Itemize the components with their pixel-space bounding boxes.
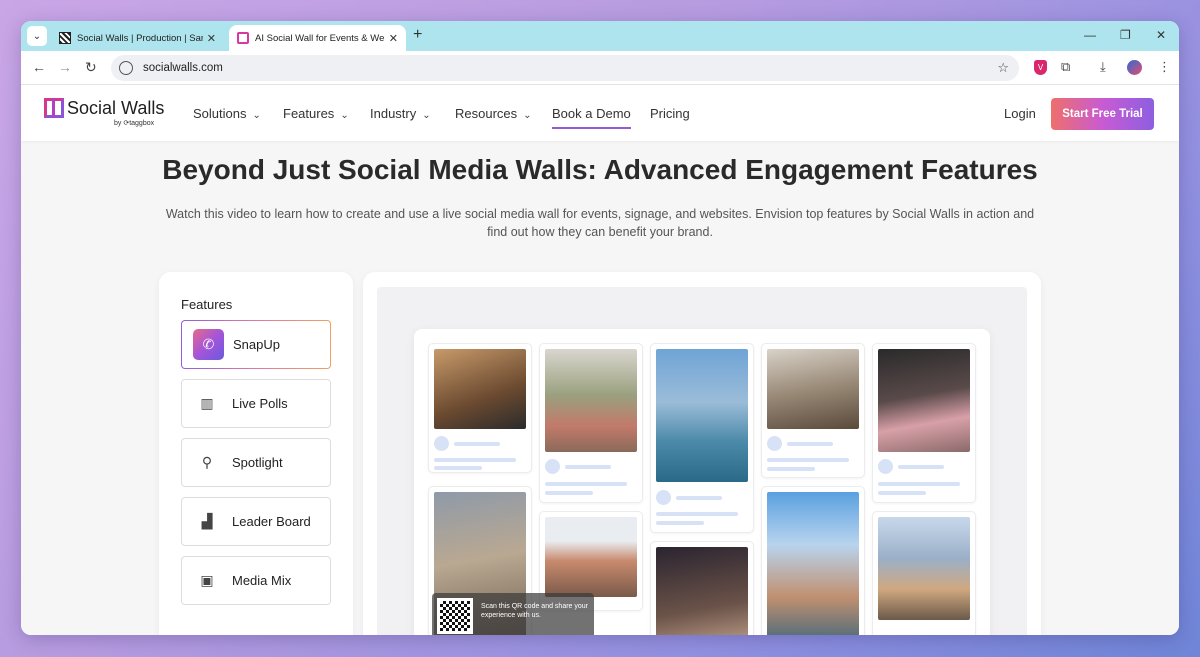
nav-book-a-demo[interactable]: Book a Demo xyxy=(552,106,631,129)
nav-features[interactable]: Features ⌄ xyxy=(283,106,349,121)
back-icon[interactable]: ← xyxy=(32,59,46,75)
post-card xyxy=(428,343,532,473)
qr-share-banner: Scan this QR code and share your experie… xyxy=(432,593,594,635)
close-window-icon[interactable]: ✕ xyxy=(1156,28,1166,42)
close-tab-icon[interactable]: ✕ xyxy=(389,32,398,45)
tab-social-wall-active[interactable]: AI Social Wall for Events & Web ✕ xyxy=(229,25,406,51)
feature-label: Live Polls xyxy=(232,396,288,411)
nav-industry[interactable]: Industry ⌄ xyxy=(370,106,431,121)
brave-shield-icon[interactable]: V xyxy=(1034,60,1047,75)
feature-live-polls[interactable]: ▥ Live Polls xyxy=(181,379,331,428)
feature-snapup[interactable]: ✆ SnapUp xyxy=(181,320,331,369)
video-player[interactable]: Scan this QR code and share your experie… xyxy=(377,287,1027,635)
socialwalls-favicon-icon xyxy=(237,32,249,44)
sanity-favicon-icon xyxy=(59,32,71,44)
extensions-icon[interactable]: ⧉ xyxy=(1061,59,1070,75)
logo-text: Social Walls xyxy=(67,98,165,118)
logo-mark-icon xyxy=(44,98,64,118)
feature-label: SnapUp xyxy=(233,337,280,352)
menu-kebab-icon[interactable]: ⋮ xyxy=(1158,59,1171,75)
post-photo xyxy=(656,349,748,482)
feature-spotlight[interactable]: ⚲ Spotlight xyxy=(181,438,331,487)
profile-avatar-icon[interactable] xyxy=(1127,60,1142,75)
social-wall-preview: Scan this QR code and share your experie… xyxy=(414,329,990,635)
nav-resources[interactable]: Resources ⌄ xyxy=(455,106,532,121)
post-card xyxy=(761,486,865,635)
login-link[interactable]: Login xyxy=(1004,106,1036,121)
post-photo xyxy=(545,349,637,452)
logo-subtitle: by ⟳taggbox xyxy=(114,120,155,127)
page-title: Beyond Just Social Media Walls: Advanced… xyxy=(162,154,1038,185)
forward-icon[interactable]: → xyxy=(58,59,72,75)
features-panel: Features ✆ SnapUp ▥ Live Polls ⚲ Spotlig… xyxy=(159,272,353,635)
chevron-down-icon: ⌄ xyxy=(340,110,349,121)
close-tab-icon[interactable]: ✕ xyxy=(207,32,216,45)
post-photo xyxy=(545,517,637,597)
tab-social-walls-production[interactable]: Social Walls | Production | Sanit ✕ xyxy=(51,25,224,51)
bookmark-star-icon[interactable]: ☆ xyxy=(997,60,1009,76)
post-photo xyxy=(878,517,970,620)
new-tab-button[interactable]: + xyxy=(413,26,422,44)
post-photo xyxy=(767,492,859,635)
post-card xyxy=(872,343,976,503)
website-viewport: Social Walls by ⟳taggbox Solutions ⌄ Feat… xyxy=(21,85,1179,635)
reload-icon[interactable]: ↻ xyxy=(85,59,97,76)
address-toolbar: ← → ↻ socialwalls.com ☆ V ⧉ ⤓ ⋮ xyxy=(21,51,1179,85)
media-icon: ▣ xyxy=(200,572,214,588)
download-icon[interactable]: ⤓ xyxy=(1100,59,1106,75)
chevron-down-icon: ⌄ xyxy=(523,110,532,121)
feature-media-mix[interactable]: ▣ Media Mix xyxy=(181,556,331,605)
tab-strip: ⌄ Social Walls | Production | Sanit ✕ AI… xyxy=(21,21,1179,51)
post-photo xyxy=(767,349,859,429)
social-walls-logo[interactable]: Social Walls by ⟳taggbox xyxy=(44,98,165,127)
restore-icon[interactable]: ❐ xyxy=(1120,28,1131,42)
post-photo xyxy=(878,349,970,452)
browser-window: ⌄ Social Walls | Production | Sanit ✕ AI… xyxy=(21,21,1179,635)
tab-title: Social Walls | Production | Sanit xyxy=(77,32,203,44)
post-card xyxy=(650,343,754,533)
tab-title: AI Social Wall for Events & Web xyxy=(255,32,385,44)
start-free-trial-button[interactable]: Start Free Trial xyxy=(1051,98,1154,130)
tab-search-button[interactable]: ⌄ xyxy=(27,26,47,46)
podium-icon: ▟ xyxy=(201,513,213,529)
post-photo xyxy=(434,349,526,429)
snapup-icon: ✆ xyxy=(193,329,224,360)
post-card xyxy=(650,541,754,635)
qr-code-icon xyxy=(437,598,473,634)
post-card xyxy=(539,343,643,503)
feature-leader-board[interactable]: ▟ Leader Board xyxy=(181,497,331,546)
site-info-icon[interactable] xyxy=(119,61,133,75)
spotlight-icon: ⚲ xyxy=(201,454,213,470)
bar-chart-icon: ▥ xyxy=(200,395,214,411)
address-bar[interactable]: socialwalls.com ☆ xyxy=(111,55,1019,81)
nav-solutions[interactable]: Solutions ⌄ xyxy=(193,106,261,121)
chevron-down-icon: ⌄ xyxy=(422,110,431,121)
post-card xyxy=(761,343,865,478)
post-card xyxy=(872,511,976,635)
features-heading: Features xyxy=(181,297,233,312)
chevron-down-icon: ⌄ xyxy=(252,110,261,121)
feature-label: Media Mix xyxy=(232,573,292,588)
hero-description: Watch this video to learn how to create … xyxy=(165,207,1035,239)
video-panel[interactable]: Scan this QR code and share your experie… xyxy=(363,272,1041,635)
post-photo xyxy=(656,547,748,635)
feature-label: Spotlight xyxy=(232,455,283,470)
feature-label: Leader Board xyxy=(232,514,311,529)
nav-pricing[interactable]: Pricing xyxy=(650,106,690,121)
minimize-icon[interactable]: — xyxy=(1084,28,1096,42)
url-text[interactable]: socialwalls.com xyxy=(143,62,223,74)
site-header: Social Walls by ⟳taggbox Solutions ⌄ Feat… xyxy=(21,85,1179,141)
qr-caption: Scan this QR code and share your experie… xyxy=(481,603,589,619)
